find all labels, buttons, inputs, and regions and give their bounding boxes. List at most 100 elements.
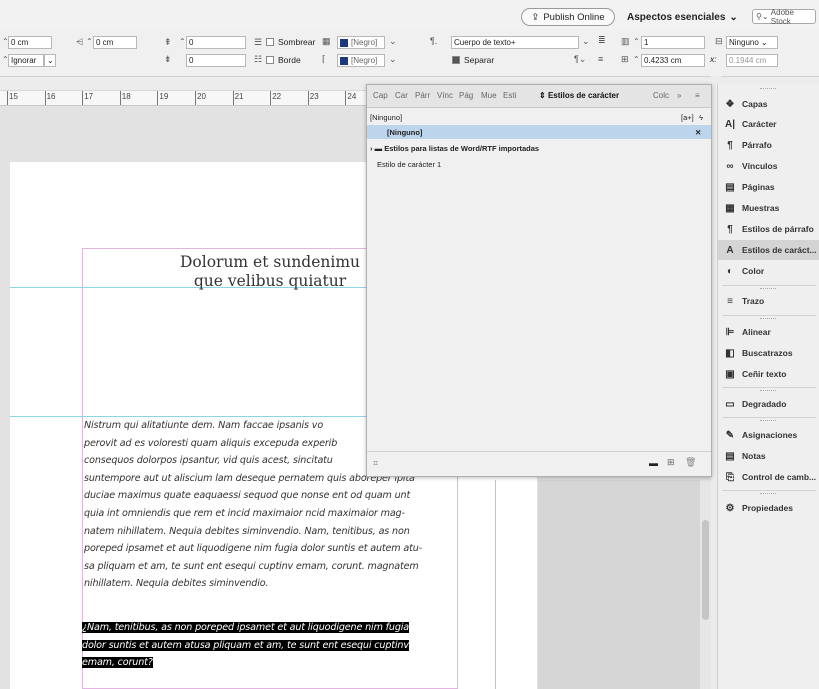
tab-layers[interactable]: Cap [373, 91, 391, 100]
x-field[interactable]: 0.1944 cm [726, 54, 778, 67]
shading-label: Sombrear [278, 37, 316, 47]
tab-character-styles-label: Estilos de carácter [547, 91, 620, 100]
dock-item-asignaciones[interactable]: ✎ Asignaciones [718, 425, 819, 445]
ruler-tick-line [157, 91, 159, 105]
align-to-grid-dropdown[interactable]: ⌄ [44, 54, 56, 67]
space-after-icon: ⇟ [164, 54, 172, 64]
dock-item-paginas[interactable]: ▤ Páginas [718, 177, 819, 197]
columns-icon: ▥ [621, 36, 630, 46]
selected-text[interactable]: ¿Nam, tenitibus, as non poreped ipsamet … [82, 619, 458, 672]
spinner-icon[interactable]: ⌃ [633, 55, 640, 64]
clear-overrides-icon[interactable]: ⌗ [373, 458, 378, 469]
chevron-down-icon[interactable]: ⌄ [389, 54, 397, 65]
space-before-field[interactable]: 0 [186, 36, 246, 49]
dock-item-control-cambios[interactable]: ⎘ Control de camb... [718, 467, 819, 487]
shading-color-field[interactable]: [Negro] [337, 36, 385, 49]
tab-pages[interactable]: Pág [459, 91, 477, 100]
style-item-none[interactable]: [Ninguno] ✕ [367, 125, 711, 139]
body-line: nihillatem. Nequia debites siminvendio. [84, 578, 269, 590]
dock-item-estilos-parrafo[interactable]: ¶ Estilos de párrafo [718, 219, 819, 239]
dock-item-color[interactable]: ◐ Color [718, 261, 819, 281]
horizontal-ruler[interactable]: 15 16 17 18 19 20 21 22 23 24 [0, 90, 366, 106]
panel-overflow-icon[interactable]: » [677, 91, 681, 100]
spinner-icon[interactable]: ⌃ [179, 37, 186, 46]
dock-item-trazo[interactable]: ≡ Trazo [718, 291, 819, 311]
span-columns-field[interactable]: Ninguno ⌄ [726, 36, 778, 49]
dock-item-parrafo[interactable]: ¶ Párrafo [718, 135, 819, 155]
new-group-icon[interactable]: ▬ [649, 458, 658, 468]
gutter-field[interactable]: 0.4233 cm [641, 54, 705, 67]
dock-separator [722, 417, 816, 418]
space-after-field[interactable]: 0 [186, 54, 246, 67]
dock-grip[interactable] [760, 318, 776, 321]
shading-swatch-icon[interactable]: ▦ [322, 36, 331, 47]
dock-grip[interactable] [760, 390, 776, 393]
dock-label: Carácter [742, 119, 777, 129]
dock-item-caracter[interactable]: A| Carácter [718, 114, 819, 134]
lightning-icon[interactable]: ϟ [699, 113, 703, 122]
tab-character-styles[interactable]: ⇕ Estilos de carácter [539, 91, 639, 100]
border-swatch-icon[interactable]: ⌈ [322, 54, 326, 65]
workspace-switcher[interactable]: Aspectos esenciales ⌄ [627, 8, 738, 26]
chevron-down-icon[interactable]: ⌄ [389, 36, 397, 47]
tab-links[interactable]: Vínc [437, 91, 455, 100]
notes-icon: ▤ [725, 450, 735, 462]
swatches-icon: ▦ [725, 202, 735, 214]
trash-icon[interactable]: 🗑 [685, 457, 696, 468]
scrollbar-thumb[interactable] [702, 520, 709, 620]
color-swatch [340, 56, 348, 65]
ruler-tick-line [232, 91, 234, 105]
new-style-button-icon[interactable]: ⊞ [667, 457, 675, 468]
dock-item-estilos-caracter[interactable]: A Estilos de caráct... [718, 240, 819, 260]
paragraph-style-field[interactable]: Cuerpo de texto+ [451, 36, 579, 49]
adobe-stock-search[interactable]: ⚲⌄ Adobe Stock [752, 8, 816, 26]
spinner-icon[interactable]: ⌃ [633, 37, 640, 46]
panel-menu-icon[interactable]: ≡ [695, 91, 700, 100]
dock-grip[interactable] [760, 420, 776, 423]
tab-swatches[interactable]: Mue [481, 91, 499, 100]
tab-character[interactable]: Car [395, 91, 411, 100]
border-checkbox[interactable] [266, 56, 274, 64]
chevron-right-icon[interactable]: › [370, 144, 373, 153]
dock-item-notas[interactable]: ▤ Notas [718, 446, 819, 466]
dock-item-cenir-texto[interactable]: ▣ Ceñir texto [718, 364, 819, 384]
dock-item-buscatrazos[interactable]: ◧ Buscatrazos [718, 343, 819, 363]
numbering-icon[interactable]: ☷ [254, 54, 262, 65]
dock-grip[interactable] [760, 493, 776, 496]
dock-grip[interactable] [760, 88, 776, 91]
body-line: quia int omniendis que rem et incid maxi… [84, 507, 405, 519]
publish-online-button[interactable]: ⇪ Publish Online [521, 8, 615, 26]
columns-field[interactable]: 1 [641, 36, 705, 49]
dock-item-muestras[interactable]: ▦ Muestras [718, 198, 819, 218]
chevron-down-icon[interactable]: ⌄ [582, 36, 590, 47]
separate-checkbox[interactable] [452, 56, 460, 64]
align-to-grid-field[interactable]: Ignorar [8, 54, 44, 67]
tab-paragraph-styles[interactable]: Esti [503, 91, 521, 100]
align-justify-icon[interactable]: ≣ [598, 35, 606, 46]
ruler-tick-line [345, 91, 347, 105]
tab-paragraph[interactable]: Párr [415, 91, 433, 100]
folder-icon: ▬ [374, 143, 383, 153]
shading-checkbox[interactable] [266, 38, 274, 46]
dock-label: Control de camb... [742, 472, 817, 482]
dock-item-propiedades[interactable]: ⚙ Propiedades [718, 498, 819, 518]
style-item-1[interactable]: Estilo de carácter 1 [367, 157, 711, 171]
dock-item-capas[interactable]: ❖ Capas [718, 94, 819, 114]
dock-item-degradado[interactable]: ▭ Degradado [718, 394, 819, 414]
first-line-indent-field[interactable]: 0 cm [93, 36, 137, 49]
assignments-icon: ✎ [725, 429, 735, 441]
border-color-field[interactable]: [Negro] [337, 54, 385, 67]
left-indent-field[interactable]: 0 cm [8, 36, 52, 49]
new-style-icon[interactable]: [a+] [681, 113, 694, 122]
pilcrow-icon[interactable]: ¶⌄ [574, 54, 586, 65]
x-label: x: [710, 54, 717, 64]
links-icon: ∞ [726, 160, 734, 172]
align-icon[interactable]: ≡ [598, 54, 603, 64]
style-group-word-rtf[interactable]: › ▬ Estilos para listas de Word/RTF impo… [367, 141, 711, 155]
spinner-icon[interactable]: ⌃ [86, 37, 93, 46]
bullets-icon[interactable]: ☰ [254, 37, 262, 48]
dock-item-alinear[interactable]: ⊫ Alinear [718, 322, 819, 342]
dock-item-vinculos[interactable]: ∞ Vínculos [718, 156, 819, 176]
tab-color[interactable]: Colc [653, 91, 671, 100]
ruler-tick-line [195, 91, 196, 105]
